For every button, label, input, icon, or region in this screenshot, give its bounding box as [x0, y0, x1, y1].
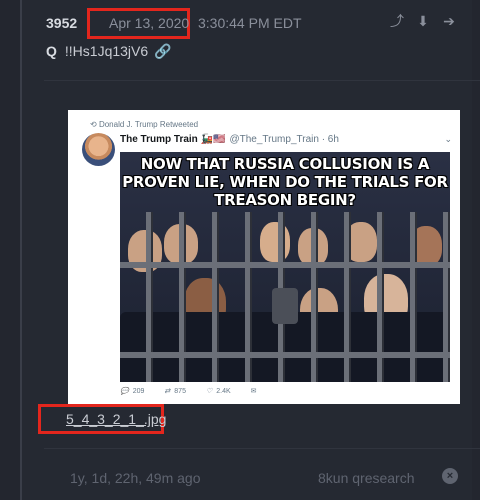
- reply-count: 💬 209: [120, 387, 145, 396]
- download-icon[interactable]: ⬇: [415, 13, 431, 29]
- lock-icon: [272, 288, 298, 324]
- link-icon[interactable]: 🔗: [154, 43, 171, 59]
- meme-caption: NOW THAT RUSSIA COLLUSION IS A PROVEN LI…: [122, 155, 448, 209]
- close-icon[interactable]: ×: [442, 468, 458, 484]
- like-count: ♡ 2.4K: [205, 387, 231, 396]
- tripcode: !!Hs1Jq13jV6: [64, 43, 149, 59]
- retweet-label: ⟲ Donald J. Trump Retweeted: [90, 120, 199, 129]
- divider: [44, 80, 480, 81]
- jail-crossbar: [120, 262, 450, 268]
- author-line: Q !!Hs1Jq13jV6 🔗: [46, 43, 172, 60]
- tweet-author: The Trump Train 🚂🇺🇸 @The_Trump_Train · 6h: [120, 134, 339, 145]
- meme-image: NOW THAT RUSSIA COLLUSION IS A PROVEN LI…: [120, 152, 450, 382]
- chevron-down-icon: ⌄: [444, 134, 452, 144]
- post-date: Apr 13, 2020: [109, 15, 190, 31]
- share-icon[interactable]: ⤴: [389, 13, 405, 29]
- heart-icon: ♡: [205, 388, 213, 395]
- tweet-stats: 💬 209 ⇄ 875 ♡ 2.4K ✉: [120, 387, 257, 396]
- avatar: [82, 133, 115, 166]
- board-name[interactable]: 8kun qresearch: [318, 470, 415, 486]
- reply-icon: 💬: [120, 388, 129, 395]
- attachment-filename[interactable]: 5_4_3_2_1_.jpg: [66, 411, 166, 427]
- post-age: 1y, 1d, 22h, 49m ago: [70, 470, 201, 486]
- retweet-count: ⇄ 875: [164, 387, 186, 396]
- post-number[interactable]: 3952: [46, 15, 77, 31]
- author-name: Q: [46, 43, 57, 59]
- divider: [44, 448, 480, 449]
- post-actions: ⤴ ⬇ ➔: [389, 13, 457, 29]
- mail-icon: ✉: [250, 388, 257, 395]
- post-card: 3952 Apr 13, 2020 3:30:44 PM EDT ⤴ ⬇ ➔ Q…: [22, 0, 480, 500]
- post-time: 3:30:44 PM EDT: [198, 15, 302, 31]
- tweet-image[interactable]: ⟲ Donald J. Trump Retweeted The Trump Tr…: [68, 110, 460, 404]
- retweet-icon: ⇄: [164, 388, 171, 395]
- arrow-right-icon[interactable]: ➔: [441, 13, 457, 29]
- jail-crossbar: [120, 352, 450, 358]
